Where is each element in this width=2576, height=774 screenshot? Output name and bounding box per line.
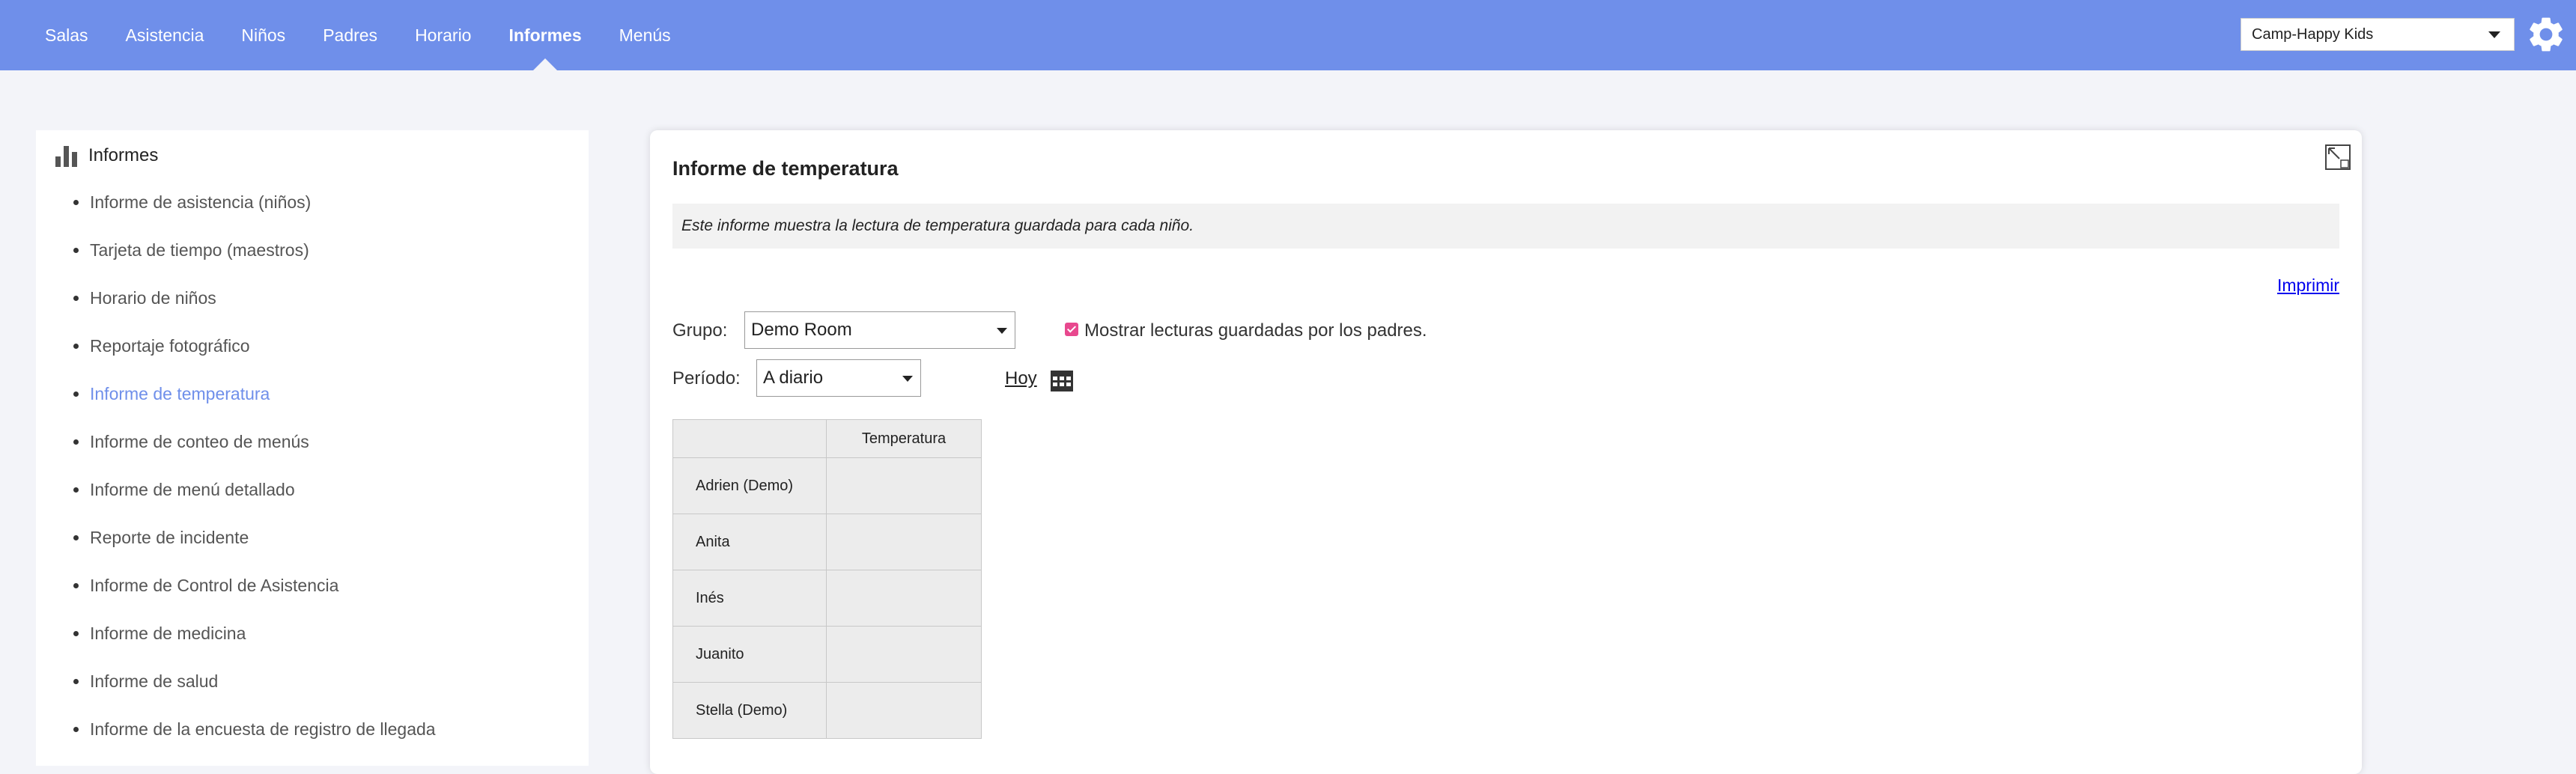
nav-salas[interactable]: Salas — [45, 0, 88, 70]
group-select-value: Demo Room — [751, 320, 852, 340]
sidebar-item-health-report[interactable]: Informe de salud — [36, 657, 436, 705]
table-row: Stella (Demo) — [672, 682, 982, 739]
sidebar-list: Informe de asistencia (niños) Tarjeta de… — [36, 178, 436, 753]
chevron-down-icon — [997, 328, 1007, 334]
period-select[interactable]: A diario — [756, 359, 921, 397]
table-header-temperature: Temperatura — [826, 419, 982, 458]
sidebar-title: Informes — [88, 145, 159, 165]
period-label: Período: — [672, 368, 741, 388]
nav-padres[interactable]: Padres — [323, 0, 377, 70]
calendar-icon[interactable] — [1050, 368, 1074, 392]
show-parents-checkbox[interactable] — [1065, 323, 1078, 336]
sidebar-item-children-schedule[interactable]: Horario de niños — [36, 274, 436, 322]
sidebar-item-incident-report[interactable]: Reporte de incidente — [36, 514, 436, 561]
center-select[interactable]: Camp-Happy Kids — [2241, 18, 2515, 51]
nav-asistencia[interactable]: Asistencia — [126, 0, 204, 70]
child-name: Juanito — [672, 626, 827, 683]
temperature-cell — [826, 457, 982, 514]
print-link[interactable]: Imprimir — [2277, 275, 2339, 296]
temperature-table: Temperatura Adrien (Demo) Anita Inés Jua… — [672, 419, 982, 739]
table-row: Inés — [672, 570, 982, 627]
center-select-value: Camp-Happy Kids — [2252, 26, 2374, 43]
child-name: Inés — [672, 570, 827, 627]
group-label: Grupo: — [672, 320, 728, 341]
report-panel: Informe de temperatura Este informe mues… — [650, 130, 2362, 774]
sidebar-item-timecard-teachers[interactable]: Tarjeta de tiempo (maestros) — [36, 226, 436, 274]
nav-menus[interactable]: Menús — [619, 0, 671, 70]
report-description: Este informe muestra la lectura de tempe… — [672, 204, 2339, 249]
sidebar-item-checkin-survey[interactable]: Informe de la encuesta de registro de ll… — [36, 705, 436, 753]
reports-sidebar: Informes Informe de asistencia (niños) T… — [36, 130, 589, 766]
show-parents-label: Mostrar lecturas guardadas por los padre… — [1084, 320, 1427, 341]
temperature-cell — [826, 514, 982, 570]
sidebar-item-photo-report[interactable]: Reportaje fotográfico — [36, 322, 436, 370]
sidebar-item-attendance-control[interactable]: Informe de Control de Asistencia — [36, 561, 436, 609]
temperature-cell — [826, 570, 982, 627]
page-title: Informe de temperatura — [672, 157, 899, 180]
sidebar-item-attendance-children[interactable]: Informe de asistencia (niños) — [36, 178, 436, 226]
top-navigation-bar: Salas Asistencia Niños Padres Horario In… — [0, 0, 2576, 70]
sidebar-header: Informes — [54, 141, 158, 171]
table-header-name — [672, 419, 827, 458]
nav-informes[interactable]: Informes — [508, 0, 582, 70]
temperature-cell — [826, 626, 982, 683]
table-row: Juanito — [672, 626, 982, 683]
table-row: Anita — [672, 514, 982, 570]
child-name: Stella (Demo) — [672, 682, 827, 739]
temperature-cell — [826, 682, 982, 739]
child-name: Anita — [672, 514, 827, 570]
sidebar-item-medicine-report[interactable]: Informe de medicina — [36, 609, 436, 657]
today-link[interactable]: Hoy — [1005, 368, 1037, 389]
sidebar-item-temperature-report[interactable]: Informe de temperatura — [36, 370, 436, 418]
gear-icon[interactable] — [2525, 13, 2567, 55]
nav-horario[interactable]: Horario — [415, 0, 471, 70]
table-row: Adrien (Demo) — [672, 457, 982, 514]
group-select[interactable]: Demo Room — [744, 311, 1015, 349]
nav-ninos[interactable]: Niños — [241, 0, 285, 70]
chevron-down-icon — [902, 376, 913, 382]
main-nav: Salas Asistencia Niños Padres Horario In… — [45, 0, 708, 70]
table-header-row: Temperatura — [672, 419, 982, 458]
child-name: Adrien (Demo) — [672, 457, 827, 514]
sidebar-item-menu-count[interactable]: Informe de conteo de menús — [36, 418, 436, 466]
chevron-down-icon — [2488, 31, 2500, 38]
period-select-value: A diario — [763, 368, 824, 388]
bar-chart-icon — [55, 146, 77, 167]
expand-icon[interactable] — [2324, 144, 2351, 171]
sidebar-item-menu-detailed[interactable]: Informe de menú detallado — [36, 466, 436, 514]
